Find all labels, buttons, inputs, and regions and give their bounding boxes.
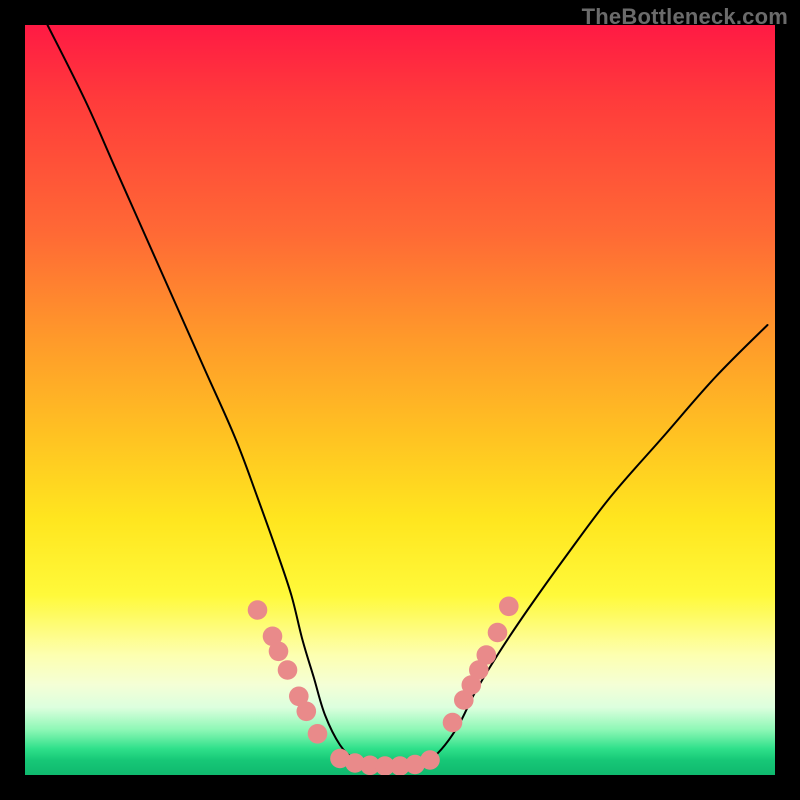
data-marker — [499, 597, 519, 617]
data-marker — [308, 724, 328, 744]
data-markers — [248, 597, 519, 776]
data-marker — [297, 702, 317, 722]
chart-stage: TheBottleneck.com — [0, 0, 800, 800]
data-marker — [488, 623, 508, 643]
data-marker — [477, 645, 497, 665]
data-marker — [269, 642, 289, 662]
plot-area — [25, 25, 775, 775]
data-marker — [248, 600, 268, 620]
data-marker — [420, 750, 440, 770]
data-marker — [278, 660, 298, 680]
data-marker — [443, 713, 463, 733]
curve-layer — [25, 25, 775, 775]
bottleneck-curve — [48, 25, 768, 771]
watermark-text: TheBottleneck.com — [582, 4, 788, 30]
